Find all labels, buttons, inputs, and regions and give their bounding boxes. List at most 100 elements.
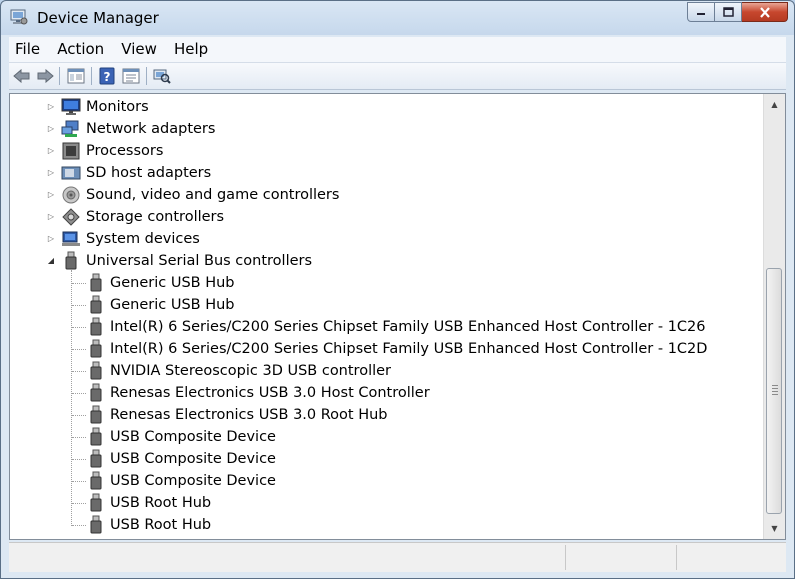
expand-arrow-icon[interactable]: ▷ [46, 233, 56, 243]
close-icon [759, 6, 770, 18]
tree-connector [72, 459, 86, 460]
usb-device-label: Intel(R) 6 Series/C200 Series Chipset Fa… [110, 319, 706, 335]
forward-button[interactable] [36, 67, 54, 85]
help-button[interactable]: ? [98, 67, 116, 85]
maximize-button[interactable] [715, 2, 742, 22]
expand-arrow-icon[interactable]: ▷ [46, 101, 56, 111]
collapse-arrow-icon[interactable]: ◢ [46, 255, 56, 265]
usb-device-label: USB Root Hub [110, 517, 212, 533]
toolbar: ? [9, 63, 786, 90]
tree-item-label: Storage controllers [86, 209, 225, 225]
menu-help[interactable]: Help [168, 37, 214, 58]
usb-plug-icon [90, 339, 102, 358]
tree-item-usb-controllers[interactable]: Universal Serial Bus controllers [61, 250, 312, 272]
usb-device-item[interactable]: NVIDIA Stereoscopic 3D USB controller [89, 360, 391, 382]
usb-plug-icon [90, 383, 102, 402]
menu-bar: File Action View Help [9, 37, 786, 63]
usb-device-item[interactable]: USB Root Hub [89, 492, 211, 514]
forward-icon [37, 69, 54, 83]
speaker-icon [61, 186, 81, 204]
tree-item-monitors[interactable]: Monitors [61, 96, 149, 118]
back-icon [13, 69, 30, 83]
tree-item-sd-host-adapters[interactable]: SD host adapters [61, 162, 211, 184]
usb-device-label: USB Composite Device [110, 451, 276, 467]
tree-item-label: Monitors [86, 99, 149, 115]
menu-view[interactable]: View [115, 37, 163, 58]
back-button[interactable] [13, 67, 31, 85]
usb-device-item[interactable]: Renesas Electronics USB 3.0 Root Hub [89, 404, 388, 426]
monitor-icon [61, 98, 81, 116]
tree-item-label: Network adapters [86, 121, 216, 137]
scrollbar-thumb[interactable] [766, 268, 782, 514]
properties-button[interactable] [122, 67, 140, 85]
tree-item-label: Sound, video and game controllers [86, 187, 340, 203]
menu-file[interactable]: File [9, 37, 46, 58]
scroll-up-arrow-icon[interactable]: ▲ [764, 96, 785, 113]
scan-hardware-button[interactable] [153, 67, 171, 85]
status-pane [677, 545, 785, 570]
usb-device-item[interactable]: Generic USB Hub [89, 272, 235, 294]
expand-arrow-icon[interactable]: ▷ [46, 145, 56, 155]
expand-arrow-icon[interactable]: ▷ [46, 189, 56, 199]
usb-plug-icon [90, 405, 102, 424]
usb-device-item[interactable]: USB Composite Device [89, 426, 276, 448]
usb-device-item[interactable]: Renesas Electronics USB 3.0 Host Control… [89, 382, 430, 404]
tree-item-sound-video-game[interactable]: Sound, video and game controllers [61, 184, 339, 206]
caption-buttons [687, 2, 788, 22]
device-tree-view[interactable]: ▷ Monitors ▷ Network adapters ▷ Processo [9, 93, 786, 540]
tree-item-label: SD host adapters [86, 165, 212, 181]
expand-arrow-icon[interactable]: ▷ [46, 167, 56, 177]
svg-text:?: ? [104, 70, 111, 84]
tree-connector [72, 437, 86, 438]
usb-device-item[interactable]: USB Composite Device [89, 470, 276, 492]
status-bar [9, 542, 786, 572]
tree-connector [72, 305, 86, 306]
processor-icon [61, 142, 81, 160]
usb-plug-icon [90, 295, 102, 314]
help-icon: ? [99, 67, 115, 85]
tree-connector [71, 270, 72, 526]
tree-connector [72, 481, 86, 482]
usb-device-item[interactable]: Intel(R) 6 Series/C200 Series Chipset Fa… [89, 338, 707, 360]
usb-plug-icon [61, 251, 81, 270]
tree-item-network-adapters[interactable]: Network adapters [61, 118, 215, 140]
expand-arrow-icon[interactable]: ▷ [46, 211, 56, 221]
menu-action[interactable]: Action [51, 37, 110, 58]
status-pane [566, 545, 677, 570]
tree-connector [72, 349, 86, 350]
close-button[interactable] [742, 2, 788, 22]
scrollbar-grip [772, 391, 778, 392]
tree-item-system-devices[interactable]: System devices [61, 228, 200, 250]
tree-item-processors[interactable]: Processors [61, 140, 163, 162]
expand-arrow-icon[interactable]: ▷ [46, 123, 56, 133]
computer-icon [61, 230, 81, 248]
toolbar-separator [146, 67, 147, 85]
tree-connector [72, 525, 86, 526]
tree-item-label: System devices [86, 231, 200, 247]
toolbar-separator [59, 67, 60, 85]
sd-card-icon [61, 164, 81, 182]
window-title: Device Manager [37, 9, 159, 27]
title-bar[interactable]: Device Manager [1, 1, 794, 35]
toolbar-separator [91, 67, 92, 85]
usb-device-label: USB Root Hub [110, 495, 212, 511]
scroll-down-arrow-icon[interactable]: ▼ [764, 520, 785, 537]
usb-plug-icon [90, 449, 102, 468]
usb-device-item[interactable]: Intel(R) 6 Series/C200 Series Chipset Fa… [89, 316, 706, 338]
usb-plug-icon [90, 471, 102, 490]
usb-device-item[interactable]: Generic USB Hub [89, 294, 235, 316]
minimize-icon [697, 13, 705, 15]
usb-device-item[interactable]: USB Root Hub [89, 514, 211, 536]
usb-device-label: Intel(R) 6 Series/C200 Series Chipset Fa… [110, 341, 708, 357]
network-icon [61, 120, 81, 138]
usb-device-item[interactable]: USB Composite Device [89, 448, 276, 470]
tree-item-label: Processors [86, 143, 164, 159]
tree-item-storage-controllers[interactable]: Storage controllers [61, 206, 224, 228]
tree-connector [72, 327, 86, 328]
tree-item-label: Universal Serial Bus controllers [86, 253, 313, 269]
usb-device-label: Renesas Electronics USB 3.0 Host Control… [110, 385, 430, 401]
console-tree-button[interactable] [67, 67, 85, 85]
vertical-scrollbar[interactable]: ▲ ▼ [763, 94, 785, 539]
scrollbar-grip [772, 394, 778, 395]
minimize-button[interactable] [687, 2, 715, 22]
